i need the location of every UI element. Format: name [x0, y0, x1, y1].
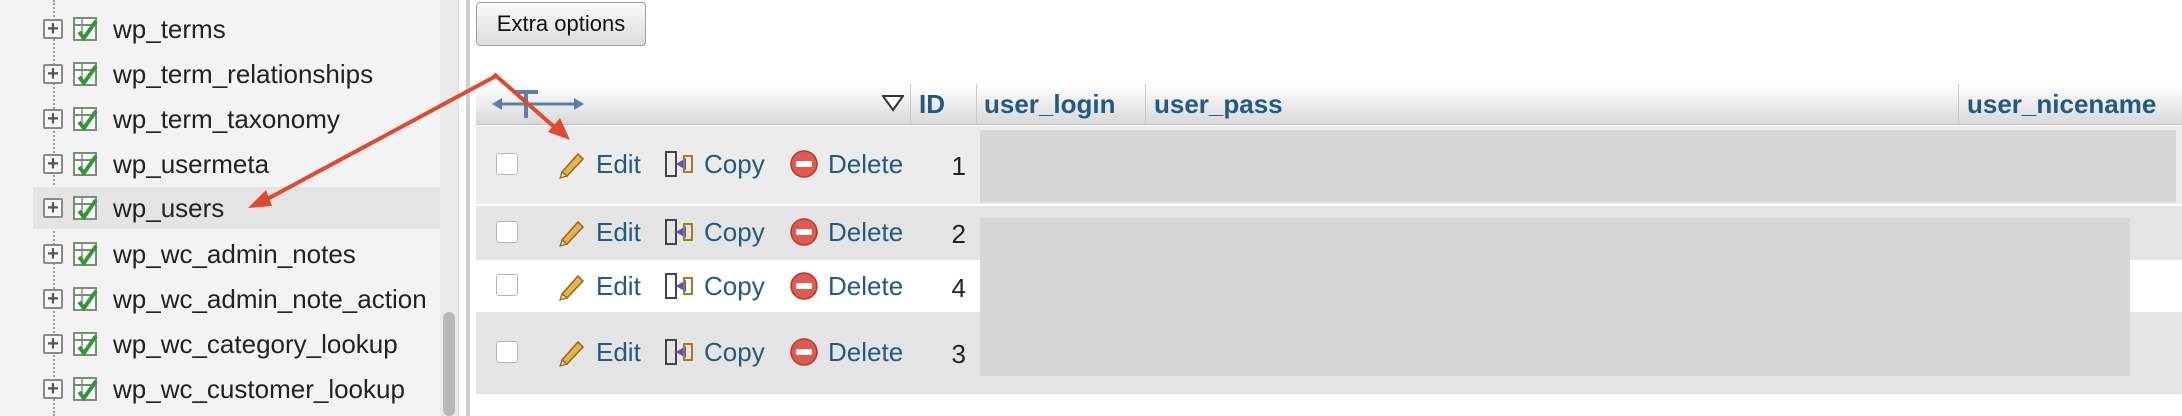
navigation-tree: + wp_terms + wp_term_relationships + wp_…	[0, 0, 459, 416]
column-header-user-login[interactable]: user_login	[984, 84, 1115, 124]
tree-item-wp-term-relationships[interactable]: + wp_term_relationships	[0, 53, 440, 95]
sort-dropdown-icon[interactable]	[881, 94, 905, 119]
table-icon	[71, 240, 99, 268]
expand-icon[interactable]: +	[43, 289, 63, 309]
expand-icon[interactable]: +	[43, 244, 63, 264]
table-icon	[71, 15, 99, 43]
tree-item-wp-terms[interactable]: + wp_terms	[0, 8, 440, 50]
table-icon	[71, 375, 99, 403]
table-icon	[71, 330, 99, 358]
id-cell: 2	[951, 219, 966, 249]
expand-icon[interactable]: +	[43, 154, 63, 174]
redacted-cells	[980, 218, 2130, 376]
tree-item-label[interactable]: wp_term_taxonomy	[113, 104, 340, 135]
tree-item-label[interactable]: wp_terms	[113, 14, 226, 45]
tree-item-wp-users[interactable]: + wp_users	[33, 187, 440, 229]
expand-icon[interactable]: +	[43, 64, 63, 84]
id-cell: 4	[951, 273, 966, 303]
tree-item-wp-wc-admin-note-action[interactable]: + wp_wc_admin_note_action	[0, 278, 440, 320]
tree-item-wp-wc-customer-lookup[interactable]: + wp_wc_customer_lookup	[0, 368, 440, 410]
table-icon	[71, 150, 99, 178]
tree-item-label[interactable]: wp_wc_admin_note_action	[113, 284, 427, 315]
tree-item-wp-usermeta[interactable]: + wp_usermeta	[0, 143, 440, 185]
tree-item-label[interactable]: wp_wc_admin_notes	[113, 239, 356, 270]
table-header: ID user_login user_pass user_nicename	[476, 84, 2182, 125]
column-separator	[1958, 84, 1959, 124]
tree-item-label[interactable]: wp_wc_category_lookup	[113, 329, 398, 360]
id-cell: 3	[951, 339, 966, 369]
column-header-id[interactable]: ID	[919, 84, 945, 124]
column-separator	[1145, 84, 1146, 124]
column-resize-arrows-icon[interactable]	[490, 90, 590, 123]
panel-divider[interactable]	[466, 0, 470, 416]
table-icon	[71, 194, 99, 222]
tree-item-label[interactable]: wp_users	[113, 193, 224, 224]
tree-item-wp-wc-category-lookup[interactable]: + wp_wc_category_lookup	[0, 323, 440, 365]
table-icon	[71, 60, 99, 88]
column-separator	[976, 84, 977, 124]
expand-icon[interactable]: +	[43, 19, 63, 39]
column-header-user-pass[interactable]: user_pass	[1154, 84, 1283, 124]
tree-item-wp-term-taxonomy[interactable]: + wp_term_taxonomy	[0, 98, 440, 140]
tree-item-wp-wc-admin-notes[interactable]: + wp_wc_admin_notes	[0, 233, 440, 275]
table-icon	[71, 105, 99, 133]
expand-icon[interactable]: +	[43, 379, 63, 399]
table-icon	[71, 285, 99, 313]
id-cell: 1	[951, 151, 966, 181]
expand-icon[interactable]: +	[43, 334, 63, 354]
tree-item-label[interactable]: wp_term_relationships	[113, 59, 373, 90]
extra-options-button[interactable]: Extra options	[476, 2, 646, 46]
column-header-user-nicename[interactable]: user_nicename	[1967, 84, 2156, 124]
tree-item-label[interactable]: wp_usermeta	[113, 149, 269, 180]
expand-icon[interactable]: +	[43, 198, 63, 218]
redacted-cells	[980, 130, 2176, 202]
expand-icon[interactable]: +	[43, 109, 63, 129]
tree-item-label[interactable]: wp_wc_customer_lookup	[113, 374, 405, 405]
sidebar-scrollbar-thumb[interactable]	[443, 312, 455, 416]
column-separator	[910, 84, 911, 124]
